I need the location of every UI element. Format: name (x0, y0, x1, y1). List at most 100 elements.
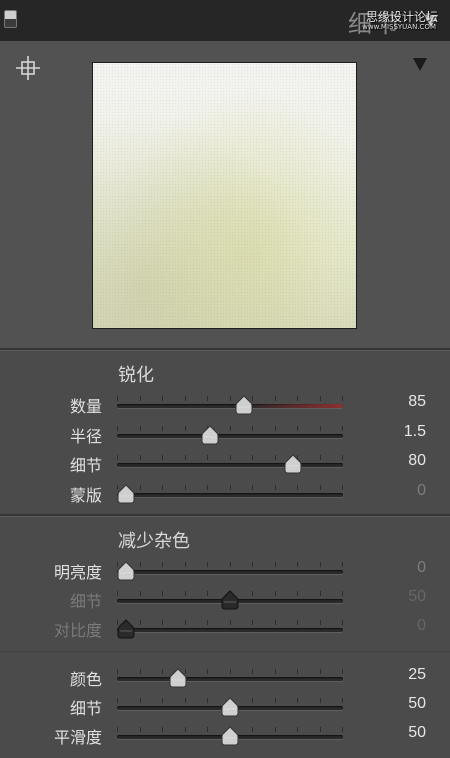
tick-mark (229, 484, 231, 490)
slider-row: 蒙版 0 (0, 478, 450, 507)
slider-value[interactable]: 1.5 (404, 423, 426, 441)
tick-mark (162, 425, 163, 431)
slider-label: 对比度 (53, 621, 102, 640)
tick-mark (184, 455, 186, 460)
slider-value[interactable]: 80 (408, 452, 426, 470)
crosshair-icon[interactable] (15, 55, 41, 81)
slider-value[interactable]: 0 (417, 559, 426, 577)
tick-mark (117, 669, 118, 674)
slider-value[interactable]: 85 (408, 393, 426, 411)
tick-mark (162, 591, 163, 596)
tick-mark (319, 620, 321, 625)
tick-mark (297, 562, 298, 567)
slider-thumb[interactable] (117, 619, 135, 639)
tick-mark (139, 455, 141, 460)
tick-mark (319, 591, 321, 596)
tick-mark (252, 669, 253, 674)
tick-mark (319, 484, 321, 490)
slider-track[interactable] (117, 433, 343, 438)
tick-mark (207, 455, 208, 460)
preview-menu-icon[interactable] (413, 58, 427, 71)
slider-track[interactable] (117, 628, 343, 632)
slider-label: 数量 (69, 397, 102, 416)
slider-value[interactable]: 50 (408, 724, 426, 742)
tick-mark (252, 484, 253, 490)
slider-label: 明亮度 (53, 563, 102, 582)
tick-mark (274, 727, 276, 732)
tick-mark (139, 425, 141, 431)
solo-toggle-icon[interactable] (4, 10, 17, 28)
slider-thumb[interactable] (235, 395, 253, 415)
tick-mark (319, 727, 321, 732)
tick-mark (229, 669, 231, 674)
tick-mark (319, 396, 321, 401)
slider-thumb[interactable] (221, 590, 239, 610)
tick-mark (297, 669, 298, 674)
slider-label: 蒙版 (69, 485, 102, 505)
tick-mark (162, 727, 163, 732)
slider-thumb[interactable] (221, 697, 239, 717)
slider-ticks (117, 425, 343, 431)
slider-thumb[interactable] (284, 454, 302, 474)
slider-thumb[interactable] (117, 483, 135, 504)
slider-thumb[interactable] (201, 424, 219, 445)
tick-mark (162, 669, 163, 674)
slider-value[interactable]: 50 (408, 695, 426, 713)
slider-track[interactable] (117, 463, 343, 467)
slider-track[interactable] (117, 492, 343, 497)
slider-row: 对比度 0 (0, 613, 450, 642)
slider-thumb[interactable] (221, 726, 239, 746)
slider-ticks (117, 669, 343, 674)
tick-mark (274, 698, 276, 703)
tick-mark (342, 669, 343, 674)
tick-mark (229, 455, 231, 460)
tick-mark (297, 425, 298, 431)
tick-mark (274, 591, 276, 596)
tick-mark (207, 562, 208, 567)
tick-mark (207, 669, 208, 674)
zoom-preview[interactable] (92, 62, 357, 329)
tick-mark (139, 591, 141, 596)
tick-mark (319, 455, 321, 460)
slider-ticks (117, 455, 343, 460)
tick-mark (252, 562, 253, 567)
tick-mark (274, 425, 276, 431)
slider-value[interactable]: 0 (417, 617, 426, 635)
tick-mark (229, 620, 231, 625)
preview-grain (93, 63, 356, 328)
tick-mark (229, 562, 231, 567)
tick-mark (117, 425, 118, 431)
slider-track[interactable] (117, 570, 343, 574)
preview-section (0, 41, 450, 349)
tick-mark (207, 396, 208, 401)
tick-mark (207, 727, 208, 732)
tick-mark (342, 591, 343, 596)
tick-mark (342, 620, 343, 625)
tick-mark (117, 698, 118, 703)
tick-mark (342, 727, 343, 732)
tick-mark (342, 455, 343, 460)
tick-mark (184, 396, 186, 401)
slider-thumb[interactable] (117, 561, 135, 581)
slider-track[interactable] (117, 404, 343, 408)
slider-value[interactable]: 0 (417, 482, 426, 500)
slider-track[interactable] (117, 677, 343, 681)
detail-panel: 细节 思缘设计论坛 www.MISSYUAN.COM 锐化 数量 85 半径 1.5 细… (0, 0, 450, 758)
slider-label: 细节 (69, 456, 102, 475)
slider-value[interactable]: 50 (408, 588, 426, 606)
tick-mark (274, 562, 276, 567)
slider-thumb[interactable] (169, 668, 187, 688)
panel-header[interactable]: 细节 思缘设计论坛 www.MISSYUAN.COM (0, 0, 450, 42)
slider-label: 细节 (69, 699, 102, 718)
tick-mark (117, 396, 118, 401)
tick-mark (162, 698, 163, 703)
tick-mark (184, 620, 186, 625)
tick-mark (162, 396, 163, 401)
tick-mark (342, 698, 343, 703)
tick-mark (342, 396, 343, 401)
slider-value[interactable]: 25 (408, 666, 426, 684)
tick-mark (162, 620, 163, 625)
color-noise-section: 颜色 25 细节 50 平滑度 50 (0, 652, 450, 758)
tick-mark (319, 698, 321, 703)
tick-mark (274, 455, 276, 460)
